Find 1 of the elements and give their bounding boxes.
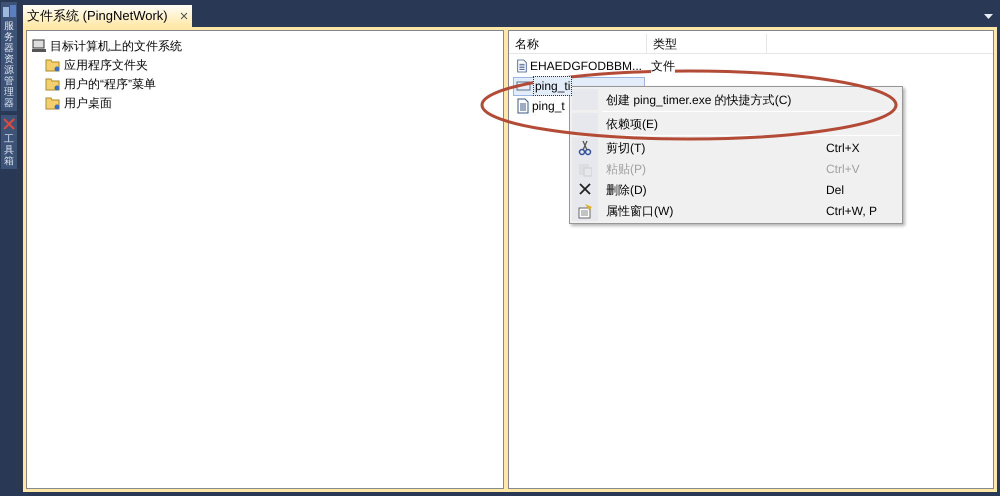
table-cell: 文件 <box>651 57 675 75</box>
